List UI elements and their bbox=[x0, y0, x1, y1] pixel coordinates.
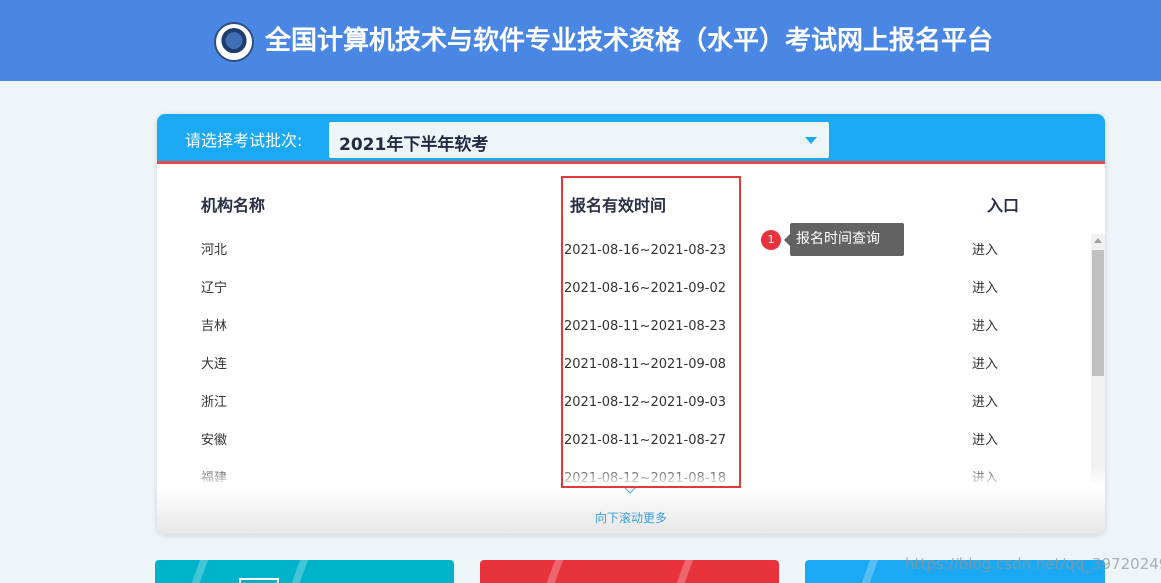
seal-logo-inner bbox=[220, 28, 248, 56]
tile-decoration bbox=[857, 560, 881, 583]
column-header-enter: 入口 bbox=[987, 196, 1020, 215]
tile-icon bbox=[239, 578, 279, 583]
annotation-badge: 1 bbox=[761, 230, 781, 250]
batch-selected-value: 2021年下半年软考 bbox=[339, 135, 489, 155]
site-title: 全国计算机技术与软件专业技术资格（水平）考试网上报名平台 bbox=[265, 26, 994, 56]
tile-decoration bbox=[187, 560, 211, 583]
row-name: 大连 bbox=[201, 357, 228, 372]
enter-link[interactable]: 进入 bbox=[972, 346, 998, 384]
enter-link[interactable]: 进入 bbox=[972, 422, 998, 460]
scroll-up-arrow-icon[interactable] bbox=[1094, 238, 1102, 243]
seal-logo-icon bbox=[214, 22, 254, 62]
tile-decoration bbox=[542, 560, 566, 583]
scrollbar-thumb[interactable] bbox=[1092, 250, 1104, 376]
annotation-tooltip: 报名时间查询 bbox=[790, 223, 904, 256]
enter-link[interactable]: 进入 bbox=[972, 270, 998, 308]
feature-tile-red[interactable] bbox=[480, 560, 779, 583]
scroll-more-hint: 向下滚动更多 bbox=[595, 511, 668, 525]
enter-link[interactable]: 进入 bbox=[972, 308, 998, 346]
batch-label: 请选择考试批次: bbox=[185, 131, 303, 150]
row-name: 浙江 bbox=[201, 395, 228, 410]
tile-decoration bbox=[287, 560, 311, 583]
row-name: 吉林 bbox=[201, 319, 228, 334]
highlight-annotation-box bbox=[561, 176, 741, 488]
column-header-name: 机构名称 bbox=[201, 196, 266, 215]
enter-link[interactable]: 进入 bbox=[972, 384, 998, 422]
enter-link[interactable]: 进入 bbox=[972, 232, 998, 270]
batch-select-dropdown[interactable]: 2021年下半年软考 bbox=[329, 122, 829, 158]
top-header-bar: 全国计算机技术与软件专业技术资格（水平）考试网上报名平台 bbox=[0, 0, 1161, 81]
row-name: 安徽 bbox=[201, 433, 228, 448]
list-scrollbar[interactable] bbox=[1091, 234, 1105, 482]
feature-tile-teal[interactable] bbox=[155, 560, 454, 583]
caret-down-icon[interactable] bbox=[805, 137, 817, 144]
row-name: 辽宁 bbox=[201, 281, 228, 296]
row-name: 河北 bbox=[201, 243, 228, 258]
batch-selector-bar: 请选择考试批次: 2021年下半年软考 bbox=[157, 114, 1105, 164]
tile-decoration bbox=[672, 560, 696, 583]
watermark-text: https://blog.csdn.net/qq_39720249 bbox=[905, 555, 1161, 573]
